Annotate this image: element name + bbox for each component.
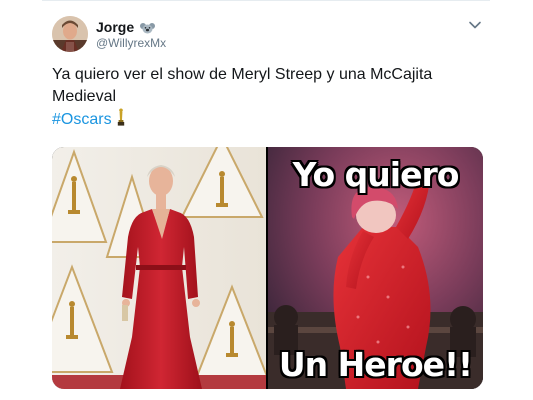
author-name-text: Jorge [96,19,135,35]
tweet-text: Ya quiero ver el show de Meryl Streep y … [52,64,482,131]
hashtag-line: #Oscars [52,108,482,131]
tweet-card: Jorge @WillyrexMx Ya quiero ver el show … [0,0,533,400]
oscar-statue-icon [117,108,124,126]
top-divider [42,0,490,1]
meme-right[interactable]: Yo quiero Un Heroe!! [268,147,483,389]
media-grid: Yo quiero Un Heroe!! [52,147,483,389]
koala-icon [140,23,156,34]
tweet-text-line2: Medieval [52,88,117,105]
author-name[interactable]: Jorge [96,19,156,35]
photo-left[interactable] [52,147,266,389]
hashtag-link[interactable]: #Oscars [52,111,112,128]
chevron-down-icon[interactable] [468,18,482,32]
meme-bottom-caption: Un Heroe!! [278,345,473,384]
avatar[interactable] [52,16,88,52]
meme-top-caption: Yo quiero [292,155,460,194]
author-handle[interactable]: @WillyrexMx [96,36,166,50]
tweet-text-line1: Ya quiero ver el show de Meryl Streep y … [52,66,433,83]
